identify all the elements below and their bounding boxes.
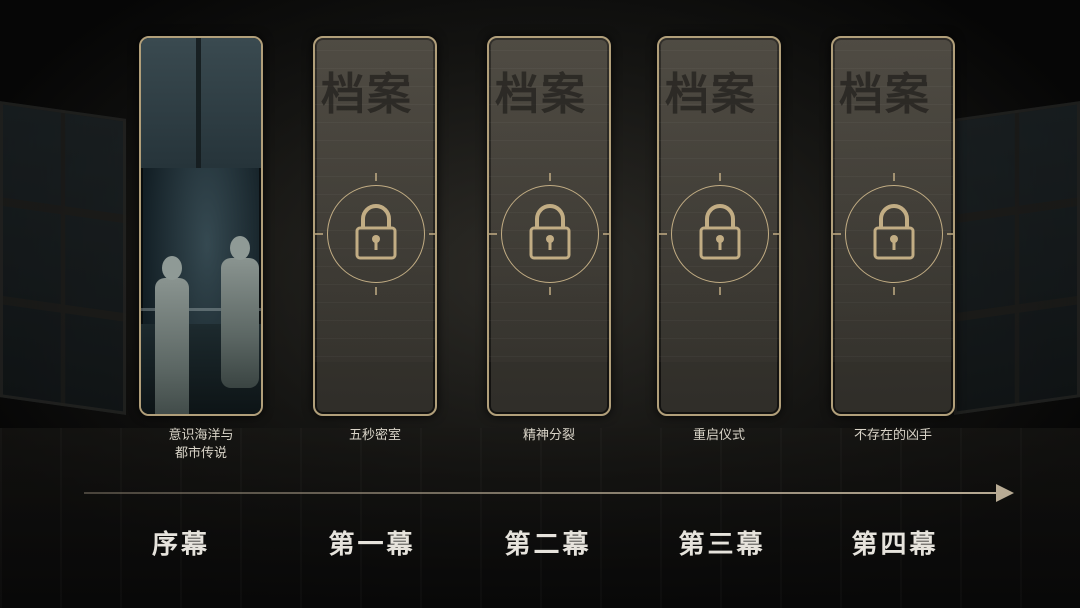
- padlock-icon: [489, 173, 609, 295]
- act-label-prologue[interactable]: 序幕: [96, 524, 266, 561]
- act-label-act4[interactable]: 第四幕: [810, 524, 980, 561]
- chapter-title-act1: 五秒密室: [348, 428, 401, 443]
- padlock-icon: [315, 173, 435, 295]
- chapter-title-act3: 重启仪式: [692, 428, 745, 443]
- arrow-right-icon: [996, 484, 1014, 502]
- padlock-icon: [833, 173, 953, 295]
- chapter-card-act2[interactable]: 档案: [487, 36, 611, 416]
- chapter-title-line2: 都市传说: [174, 446, 227, 461]
- chapter-card-prologue[interactable]: [139, 36, 263, 416]
- broken-window-left: [0, 101, 126, 415]
- case-file-stamp: 档案: [321, 69, 413, 120]
- act-label-act2[interactable]: 第二幕: [463, 524, 633, 561]
- chapter-card-act1[interactable]: 档案: [313, 36, 437, 416]
- scene-wall: [141, 38, 261, 168]
- broken-window-right: [954, 101, 1080, 415]
- padlock-icon: [659, 173, 779, 295]
- act-label-act3[interactable]: 第三幕: [637, 524, 807, 561]
- chapter-title-line1: 意识海洋与: [168, 428, 234, 443]
- chapter-title-act2: 精神分裂: [522, 428, 575, 443]
- mannequin-figure-right: [221, 236, 259, 388]
- chapter-title-prologue: 意识海洋与 都市传说: [121, 427, 281, 463]
- chapter-title-act4: 不存在的凶手: [853, 428, 932, 443]
- case-file-stamp: 档案: [665, 69, 757, 120]
- chapter-card-act4[interactable]: 档案: [831, 36, 955, 416]
- act-label-act1[interactable]: 第一幕: [287, 524, 457, 561]
- timeline-line: [84, 492, 1000, 494]
- chapter-card-act3[interactable]: 档案: [657, 36, 781, 416]
- mannequin-figure-left: [155, 256, 189, 414]
- case-file-stamp: 档案: [839, 69, 931, 120]
- case-file-stamp: 档案: [495, 69, 587, 120]
